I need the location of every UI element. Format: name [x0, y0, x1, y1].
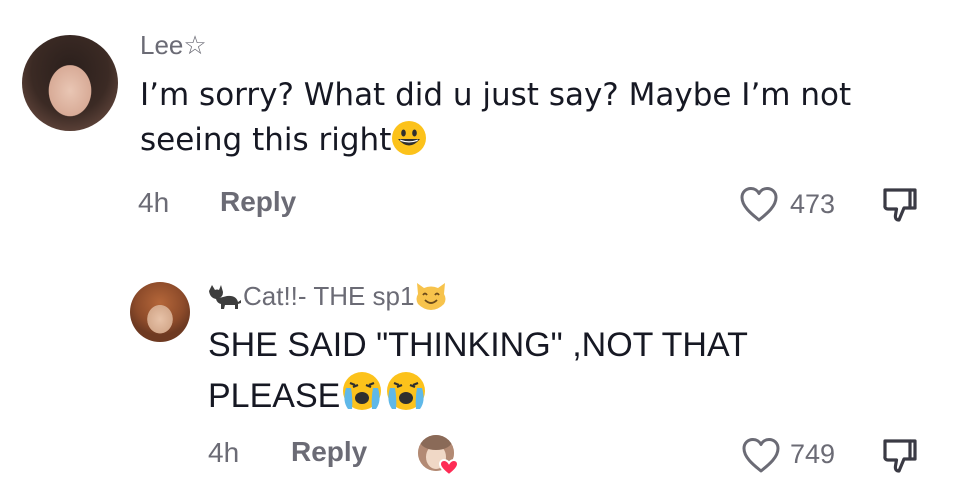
- comment-text: SHE SAID "THINKING" ,NOT THAT PLEASE: [208, 321, 908, 420]
- comment-text-line: SHE SAID "THINKING" ,NOT THAT: [208, 326, 748, 364]
- thumbs-down-icon[interactable]: [880, 435, 920, 477]
- heart-icon[interactable]: [741, 436, 781, 476]
- grinning-face-emoji: [392, 121, 427, 155]
- black-cat-emoji-icon: [209, 285, 241, 309]
- comment-text-line: PLEASE: [208, 377, 341, 415]
- comment-text-line: I’m sorry? What did u just say? Maybe I’…: [140, 77, 852, 113]
- reply-button[interactable]: Reply: [291, 436, 367, 468]
- comment-text-line: seeing this right: [140, 122, 392, 158]
- loudly-crying-face-emoji: [387, 372, 426, 410]
- like-count: 749: [790, 439, 836, 469]
- avatar[interactable]: [22, 35, 118, 131]
- avatar[interactable]: [130, 282, 190, 342]
- smiling-cat-emoji-icon: [416, 283, 446, 310]
- creator-liked-icon: [418, 435, 460, 477]
- comment-text: I’m sorry? What did u just say? Maybe I’…: [140, 73, 940, 163]
- comment-timestamp: 4h: [208, 437, 240, 468]
- thumbs-down-icon[interactable]: [880, 184, 920, 226]
- heart-icon[interactable]: [739, 185, 779, 225]
- comment-text-line-2: PLEASE: [208, 369, 908, 420]
- username-text: Cat!!- THE sp1: [243, 281, 415, 311]
- loudly-crying-face-emoji: [343, 372, 382, 410]
- reply-button[interactable]: Reply: [220, 186, 296, 218]
- comment-text-line-2: seeing this right: [140, 118, 940, 163]
- like-count: 473: [790, 189, 836, 219]
- comment-username-row[interactable]: Cat!!- THE sp1: [207, 279, 448, 312]
- comment-timestamp: 4h: [138, 187, 170, 218]
- comment-username[interactable]: Lee☆: [140, 30, 207, 61]
